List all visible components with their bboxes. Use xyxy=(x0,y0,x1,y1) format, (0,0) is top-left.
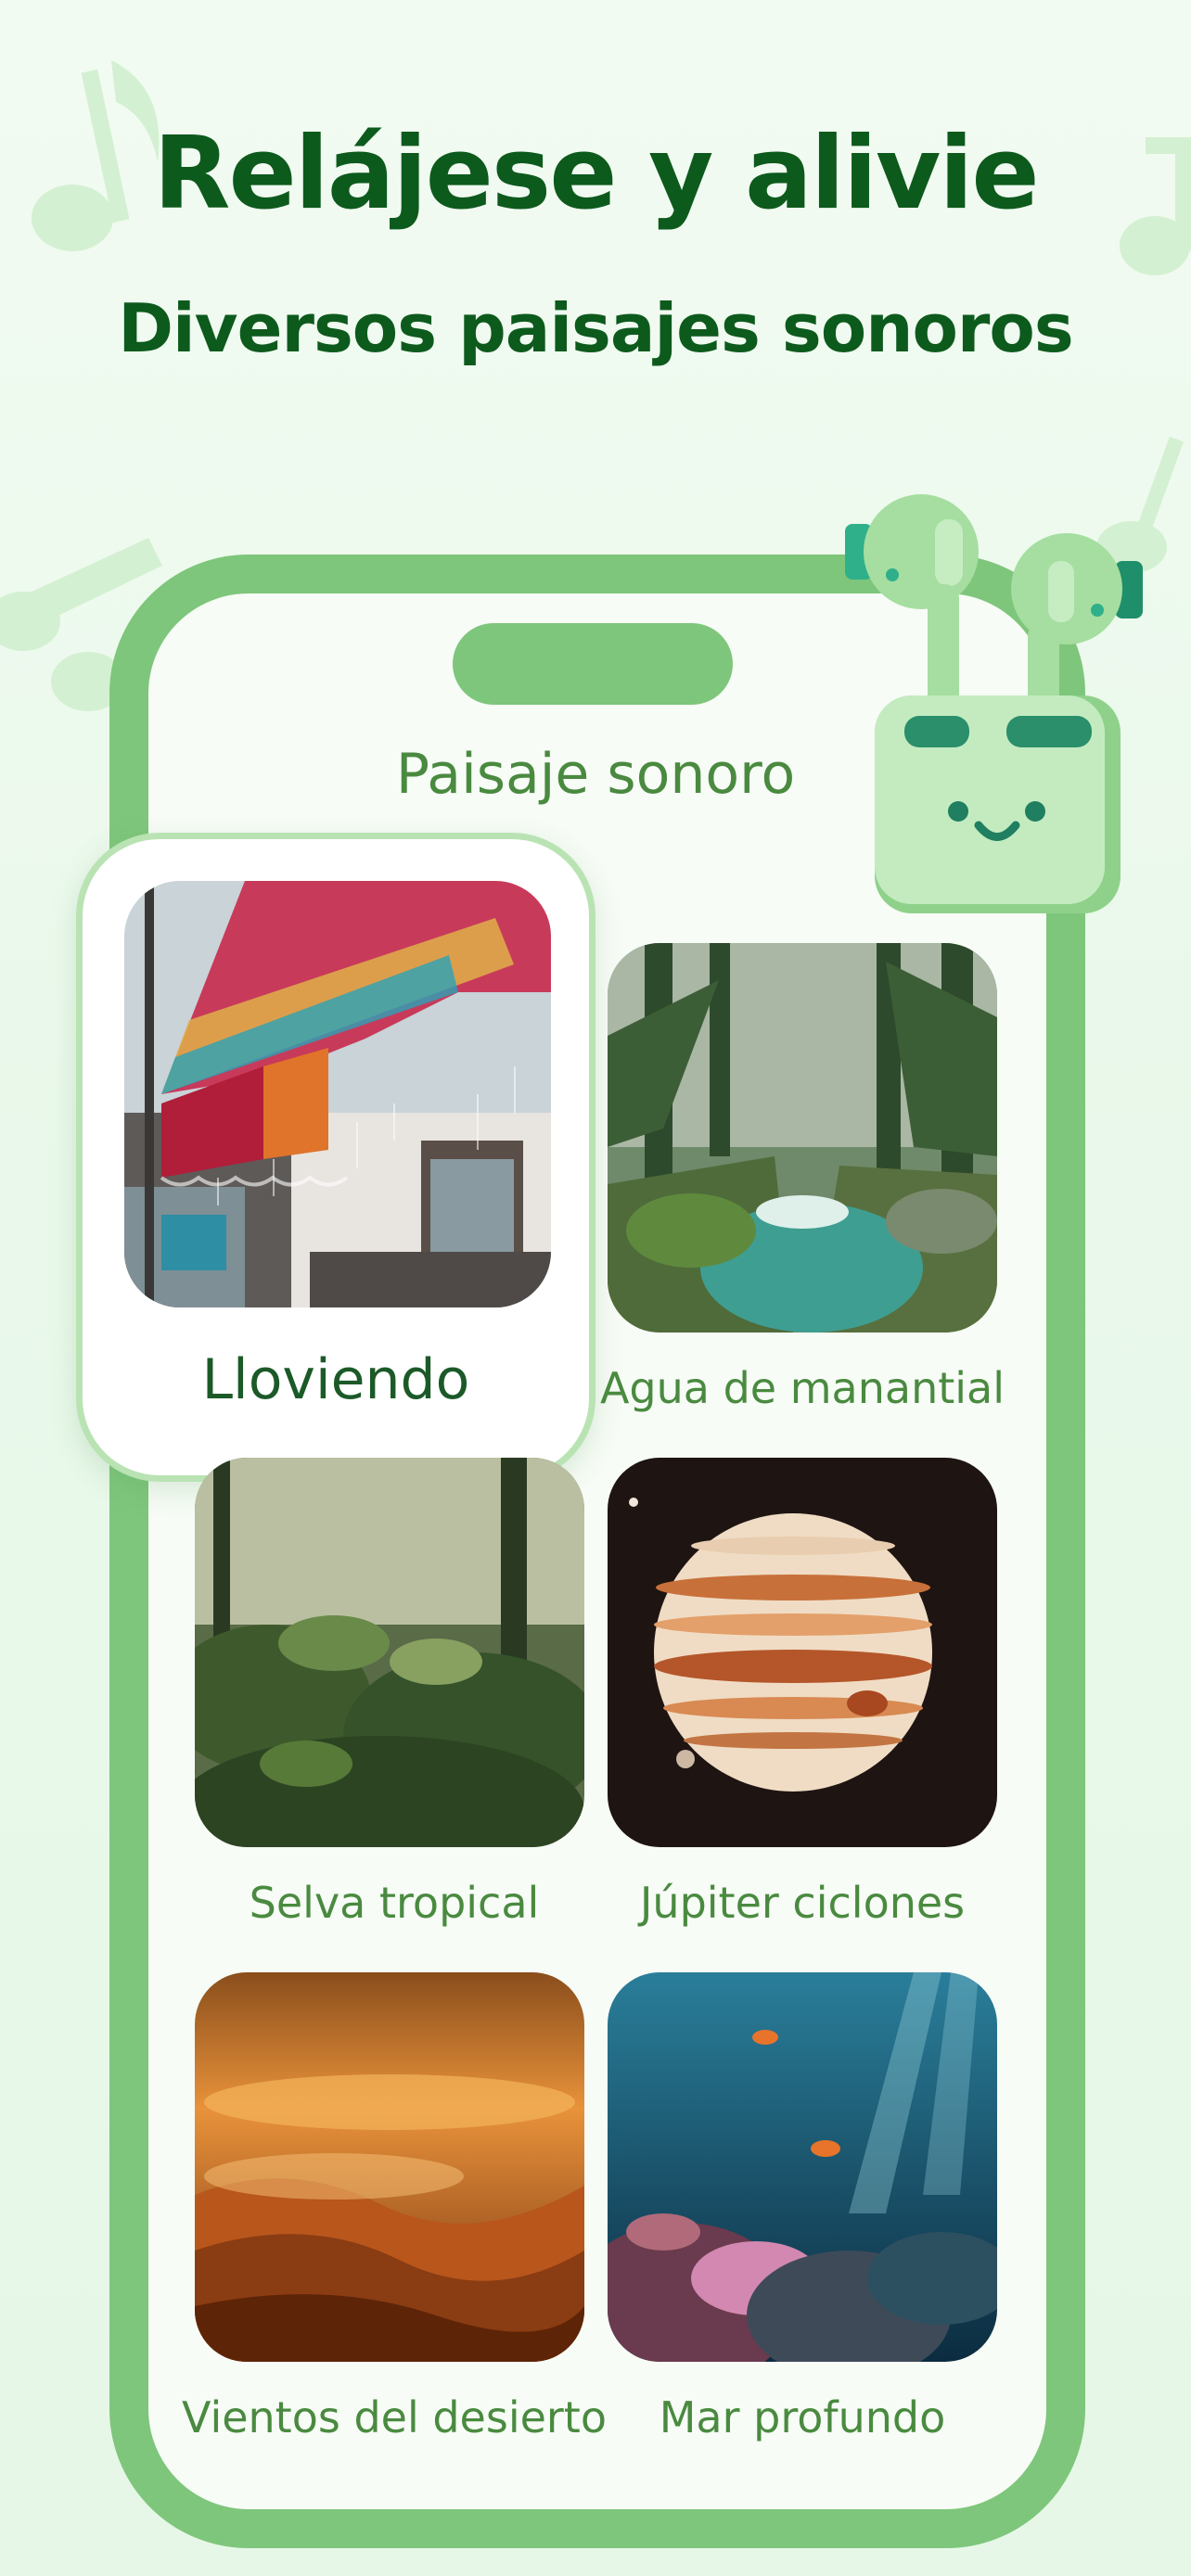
rainforest-image[interactable] xyxy=(195,1458,584,1847)
earbuds-case-icon xyxy=(845,494,1143,913)
headline-title: Relájese y alivie xyxy=(153,116,1039,232)
headline-subtitle: Diversos paisajes sonoros xyxy=(118,289,1074,367)
phone-notch xyxy=(453,623,733,705)
spring-water-image[interactable] xyxy=(608,943,997,1333)
jupiter-image[interactable] xyxy=(608,1458,997,1847)
soundscape-label: Selva tropical xyxy=(249,1878,540,1928)
deep-sea-image[interactable] xyxy=(608,1972,997,2362)
rain-storefront-image xyxy=(124,881,551,1307)
soundscape-label: Vientos del desierto xyxy=(181,2392,607,2442)
soundscape-label: Júpiter ciclones xyxy=(639,1878,966,1928)
soundscape-card-selected[interactable]: Lloviendo xyxy=(76,833,596,1482)
soundscape-label: Lloviendo xyxy=(201,1347,470,1412)
desert-wind-image[interactable] xyxy=(195,1972,584,2362)
soundscape-label: Agua de manantial xyxy=(599,1363,1005,1413)
soundscape-label: Mar profundo xyxy=(659,2392,946,2442)
